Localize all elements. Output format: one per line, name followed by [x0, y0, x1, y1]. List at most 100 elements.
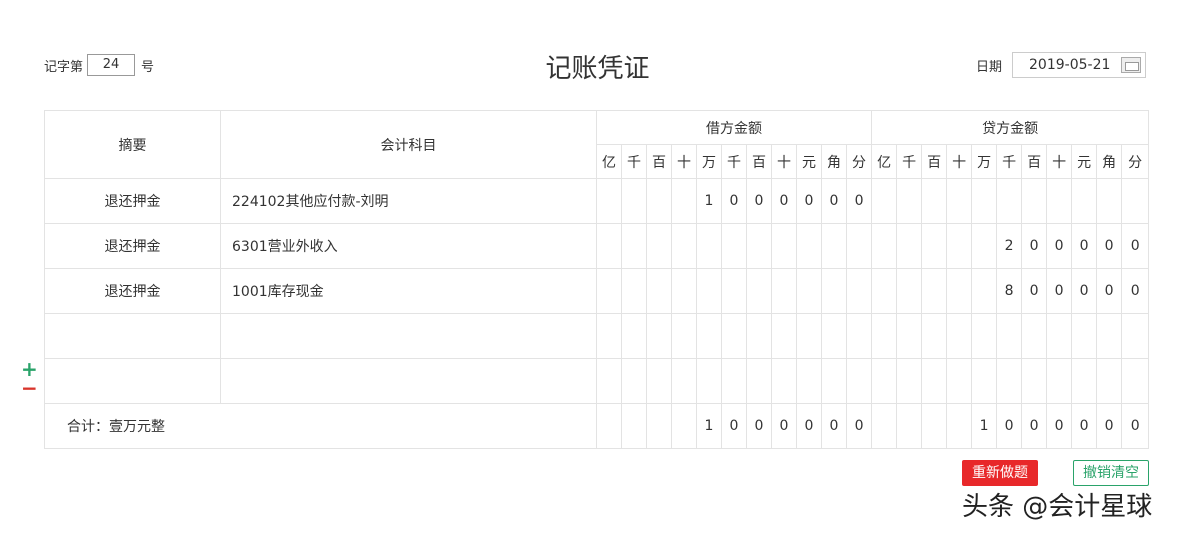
credit-digit-cell[interactable]: 0: [1071, 223, 1098, 269]
debit-digit-cell[interactable]: [671, 313, 697, 359]
debit-digit-cell[interactable]: [821, 358, 847, 404]
credit-digit-cell[interactable]: 0: [1096, 223, 1123, 269]
debit-digit-cell[interactable]: 0: [771, 178, 797, 224]
debit-digit-cell[interactable]: 0: [746, 178, 772, 224]
debit-digit-cell[interactable]: 0: [796, 178, 822, 224]
credit-digit-cell[interactable]: [1071, 178, 1098, 224]
credit-digit-cell[interactable]: [996, 313, 1023, 359]
credit-digit-cell[interactable]: [946, 223, 973, 269]
debit-digit-cell[interactable]: [646, 178, 672, 224]
credit-digit-cell[interactable]: [971, 358, 998, 404]
debit-digit-cell[interactable]: [721, 223, 747, 269]
debit-digit-cell[interactable]: 1: [696, 178, 722, 224]
debit-digit-cell[interactable]: [721, 268, 747, 314]
account-cell[interactable]: [220, 358, 597, 404]
credit-digit-cell[interactable]: [971, 268, 998, 314]
credit-digit-cell[interactable]: [1096, 313, 1123, 359]
debit-digit-cell[interactable]: [621, 358, 647, 404]
debit-digit-cell[interactable]: [821, 313, 847, 359]
debit-digit-cell[interactable]: [696, 223, 722, 269]
debit-digit-cell[interactable]: [621, 178, 647, 224]
clear-button[interactable]: 撤销清空: [1073, 460, 1149, 486]
debit-digit-cell[interactable]: [671, 223, 697, 269]
credit-digit-cell[interactable]: 0: [1121, 268, 1150, 314]
credit-digit-cell[interactable]: [896, 178, 923, 224]
credit-digit-cell[interactable]: 0: [1121, 223, 1150, 269]
summary-cell[interactable]: 退还押金: [44, 178, 221, 224]
debit-digit-cell[interactable]: [821, 268, 847, 314]
credit-digit-cell[interactable]: [1121, 178, 1150, 224]
remove-row-icon[interactable]: −: [21, 378, 38, 398]
credit-digit-cell[interactable]: 2: [996, 223, 1023, 269]
debit-digit-cell[interactable]: [746, 223, 772, 269]
redo-button[interactable]: 重新做题: [962, 460, 1038, 486]
credit-digit-cell[interactable]: [896, 268, 923, 314]
debit-digit-cell[interactable]: [771, 223, 797, 269]
debit-digit-cell[interactable]: [771, 313, 797, 359]
summary-cell[interactable]: 退还押金: [44, 268, 221, 314]
debit-digit-cell[interactable]: [721, 313, 747, 359]
debit-digit-cell[interactable]: [621, 223, 647, 269]
credit-digit-cell[interactable]: [921, 358, 948, 404]
credit-digit-cell[interactable]: [896, 358, 923, 404]
credit-digit-cell[interactable]: [946, 313, 973, 359]
credit-digit-cell[interactable]: [871, 268, 898, 314]
account-cell[interactable]: 6301营业外收入: [220, 223, 597, 269]
debit-digit-cell[interactable]: [596, 358, 622, 404]
account-cell[interactable]: [220, 313, 597, 359]
credit-digit-cell[interactable]: 0: [1096, 268, 1123, 314]
summary-cell[interactable]: [44, 358, 221, 404]
debit-digit-cell[interactable]: [845, 358, 873, 404]
debit-digit-cell[interactable]: [646, 223, 672, 269]
credit-digit-cell[interactable]: [1046, 313, 1073, 359]
credit-digit-cell[interactable]: 0: [1046, 268, 1073, 314]
debit-digit-cell[interactable]: [746, 313, 772, 359]
add-row-icon[interactable]: +: [21, 359, 38, 379]
calendar-icon[interactable]: [1121, 57, 1142, 73]
credit-digit-cell[interactable]: [971, 223, 998, 269]
debit-digit-cell[interactable]: [596, 313, 622, 359]
credit-digit-cell[interactable]: [1096, 358, 1123, 404]
debit-digit-cell[interactable]: [671, 178, 697, 224]
credit-digit-cell[interactable]: 0: [1021, 223, 1048, 269]
debit-digit-cell[interactable]: [771, 268, 797, 314]
debit-digit-cell[interactable]: [621, 268, 647, 314]
credit-digit-cell[interactable]: [946, 358, 973, 404]
credit-digit-cell[interactable]: [996, 178, 1023, 224]
account-cell[interactable]: 1001库存现金: [220, 268, 597, 314]
credit-digit-cell[interactable]: 0: [1071, 268, 1098, 314]
credit-digit-cell[interactable]: [871, 313, 898, 359]
credit-digit-cell[interactable]: [946, 178, 973, 224]
debit-digit-cell[interactable]: [646, 358, 672, 404]
debit-digit-cell[interactable]: [796, 358, 822, 404]
debit-digit-cell[interactable]: [721, 358, 747, 404]
summary-cell[interactable]: [44, 313, 221, 359]
debit-digit-cell[interactable]: [771, 358, 797, 404]
credit-digit-cell[interactable]: [971, 178, 998, 224]
debit-digit-cell[interactable]: [646, 268, 672, 314]
debit-digit-cell[interactable]: [596, 223, 622, 269]
debit-digit-cell[interactable]: 0: [821, 178, 847, 224]
debit-digit-cell[interactable]: [845, 313, 873, 359]
debit-digit-cell[interactable]: [845, 268, 873, 314]
credit-digit-cell[interactable]: [921, 178, 948, 224]
credit-digit-cell[interactable]: [996, 358, 1023, 404]
debit-digit-cell[interactable]: [821, 223, 847, 269]
debit-digit-cell[interactable]: [621, 313, 647, 359]
debit-digit-cell[interactable]: [696, 313, 722, 359]
debit-digit-cell[interactable]: [845, 223, 873, 269]
credit-digit-cell[interactable]: [1071, 313, 1098, 359]
credit-digit-cell[interactable]: [921, 268, 948, 314]
credit-digit-cell[interactable]: [871, 178, 898, 224]
credit-digit-cell[interactable]: 0: [1046, 223, 1073, 269]
credit-digit-cell[interactable]: [971, 313, 998, 359]
debit-digit-cell[interactable]: [671, 268, 697, 314]
credit-digit-cell[interactable]: [1046, 178, 1073, 224]
debit-digit-cell[interactable]: 0: [721, 178, 747, 224]
credit-digit-cell[interactable]: [871, 358, 898, 404]
credit-digit-cell[interactable]: [896, 223, 923, 269]
debit-digit-cell[interactable]: [646, 313, 672, 359]
debit-digit-cell[interactable]: [696, 358, 722, 404]
credit-digit-cell[interactable]: [871, 223, 898, 269]
credit-digit-cell[interactable]: [1021, 313, 1048, 359]
